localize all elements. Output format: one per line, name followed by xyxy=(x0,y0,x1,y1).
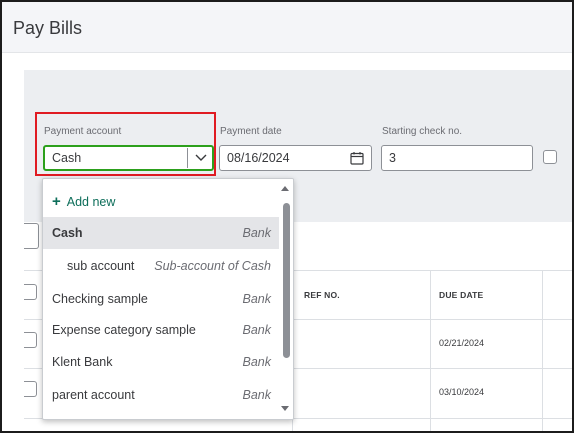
account-option-type: Bank xyxy=(242,226,272,240)
calendar-icon[interactable] xyxy=(350,151,364,165)
account-option-sub-account[interactable]: sub account Sub-account of Cash xyxy=(43,250,279,282)
starting-check-label: Starting check no. xyxy=(382,126,463,137)
account-option-parent-account[interactable]: parent account Bank xyxy=(43,379,279,411)
account-option-name: Checking sample xyxy=(52,292,148,306)
account-option-klent-bank[interactable]: Klent Bank Bank xyxy=(43,346,279,378)
account-option-name: sub account xyxy=(67,259,135,273)
payment-account-dropdown[interactable]: + Add new Cash Bank sub account Sub-accou… xyxy=(42,178,294,420)
due-date-cell: 03/10/2024 xyxy=(439,387,485,397)
row-checkbox[interactable] xyxy=(24,332,37,348)
account-option-type: Bank xyxy=(242,323,272,337)
payment-date-value: 08/16/2024 xyxy=(227,151,290,165)
add-new-option[interactable]: + Add new xyxy=(43,185,279,217)
column-divider xyxy=(430,270,431,431)
account-option-name: Cash xyxy=(52,226,83,240)
app-window: Pay Bills Payment account Cash Payment d… xyxy=(0,0,574,433)
scroll-down-arrow-icon[interactable] xyxy=(281,406,289,411)
print-later-checkbox[interactable] xyxy=(543,150,557,164)
account-option-expense-category-sample[interactable]: Expense category sample Bank xyxy=(43,314,279,346)
starting-check-value: 3 xyxy=(389,151,396,165)
account-option-name: parent account xyxy=(52,388,135,402)
highlight-box xyxy=(35,112,216,176)
payment-date-field[interactable]: 08/16/2024 xyxy=(219,145,372,171)
page-title: Pay Bills xyxy=(13,18,83,38)
column-header-ref-no[interactable]: REF NO. xyxy=(304,290,340,300)
row-checkbox[interactable] xyxy=(24,284,37,300)
column-header-due-date[interactable]: DUE DATE xyxy=(439,290,483,300)
account-option-checking-sample[interactable]: Checking sample Bank xyxy=(43,283,279,315)
account-option-name: Expense category sample xyxy=(52,323,196,337)
row-checkbox[interactable] xyxy=(24,381,37,397)
account-option-cash[interactable]: Cash Bank xyxy=(43,217,279,249)
account-option-type: Bank xyxy=(242,388,272,402)
column-divider xyxy=(542,270,543,431)
payment-date-label: Payment date xyxy=(220,126,282,137)
page-header: Pay Bills xyxy=(2,2,572,53)
scroll-up-arrow-icon[interactable] xyxy=(281,186,289,191)
add-new-label: Add new xyxy=(66,195,116,209)
account-option-type: Sub-account of Cash xyxy=(154,259,271,273)
account-option-type: Bank xyxy=(242,355,272,369)
account-option-type: Bank xyxy=(242,292,272,306)
batch-actions-button[interactable] xyxy=(24,223,39,249)
starting-check-input[interactable]: 3 xyxy=(381,145,533,171)
due-date-cell: 02/21/2024 xyxy=(439,338,485,348)
plus-icon: + xyxy=(52,193,61,210)
account-option-name: Klent Bank xyxy=(52,355,113,369)
dropdown-scrollbar[interactable] xyxy=(279,179,293,419)
scrollbar-thumb[interactable] xyxy=(283,203,290,358)
